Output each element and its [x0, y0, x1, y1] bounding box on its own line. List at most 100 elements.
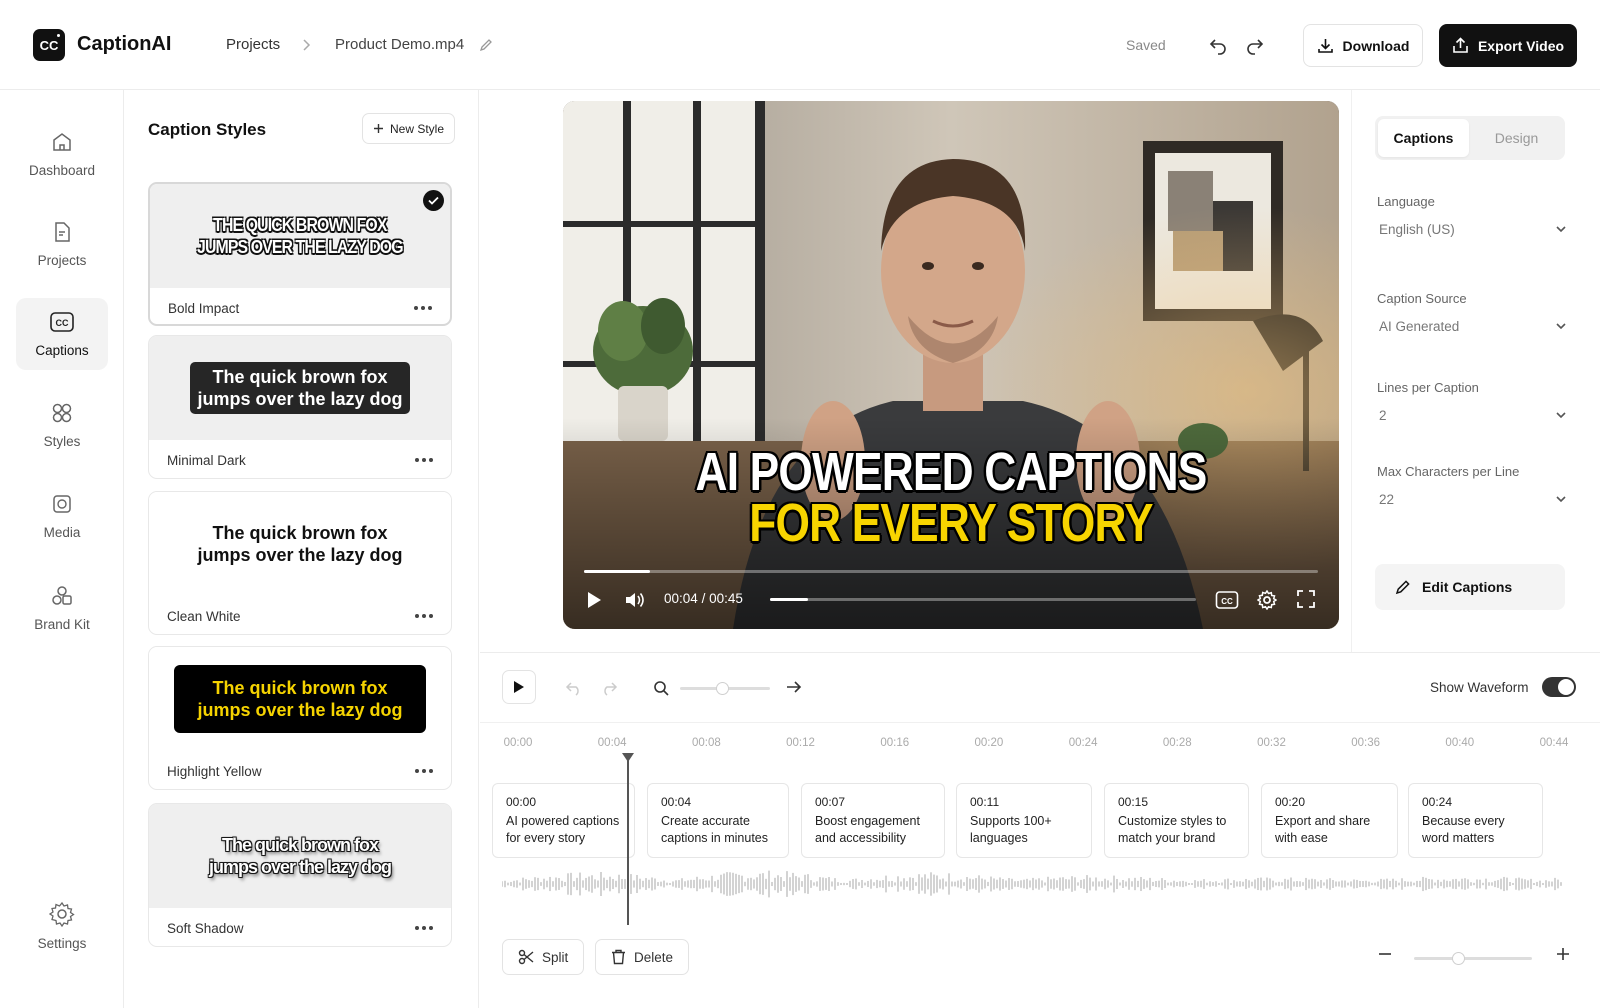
zoom-search-icon[interactable] [653, 680, 669, 696]
caption-clip[interactable]: 00:00 AI powered captions for every story [492, 783, 635, 858]
nav-label: Brand Kit [34, 617, 90, 632]
gear-icon [49, 901, 75, 927]
clip-time: 00:24 [1422, 795, 1453, 809]
caption-clip[interactable]: 00:11 Supports 100+ languages [956, 783, 1092, 858]
more-icon[interactable] [415, 458, 433, 462]
caption-clip[interactable]: 00:15 Customize styles to match your bran… [1104, 783, 1249, 858]
playhead[interactable] [622, 753, 634, 925]
ruler-tick: 00:04 [597, 737, 627, 749]
volume-icon[interactable] [624, 590, 646, 610]
undo-icon[interactable] [1208, 35, 1228, 55]
slider-knob[interactable] [1452, 952, 1465, 965]
chevron-down-icon [1556, 496, 1566, 503]
fullscreen-icon[interactable] [1297, 590, 1315, 608]
caption-source-label: Caption Source [1377, 291, 1467, 306]
home-icon [53, 133, 71, 151]
chevron-right-icon [301, 38, 311, 52]
video-time: 00:04 / 00:45 [664, 591, 743, 606]
nav-label: Captions [35, 343, 89, 358]
caption-settings-panel: Captions Design Language English (US) Ca… [1351, 90, 1600, 652]
max-chars-label: Max Characters per Line [1377, 464, 1520, 479]
redo-icon[interactable] [1245, 35, 1265, 55]
nav-projects[interactable]: Projects [16, 208, 108, 280]
nav-label: Projects [37, 253, 87, 268]
lines-per-caption-select[interactable]: 2 [1377, 403, 1567, 427]
play-icon[interactable] [586, 591, 602, 609]
export-label: Export Video [1477, 37, 1565, 54]
caption-clip[interactable]: 00:20 Export and share with ease [1261, 783, 1398, 858]
timeline-zoom-slider[interactable] [680, 682, 770, 695]
edit-captions-button[interactable]: Edit Captions [1375, 564, 1565, 610]
download-button[interactable]: Download [1303, 24, 1423, 67]
more-icon[interactable] [415, 769, 433, 773]
max-chars-select[interactable]: 22 [1377, 487, 1567, 511]
caption-clip[interactable]: 00:04 Create accurate captions in minutes [647, 783, 789, 858]
upload-icon [1453, 37, 1468, 53]
slider-knob[interactable] [716, 682, 729, 695]
style-card-bold-impact[interactable]: THE QUICK BROWN FOX JUMPS OVER THE LAZY … [148, 182, 452, 326]
nav-brand-kit[interactable]: Brand Kit [16, 572, 108, 644]
style-card-soft-shadow[interactable]: The quick brown fox jumps over the lazy … [148, 803, 452, 947]
breadcrumb-projects[interactable]: Projects [226, 36, 280, 53]
more-icon[interactable] [415, 926, 433, 930]
more-icon[interactable] [414, 306, 432, 310]
style-card-clean-white[interactable]: The quick brown fox jumps over the lazy … [148, 491, 452, 635]
preview-text: The quick brown fox jumps over the lazy … [208, 835, 392, 877]
tab-captions[interactable]: Captions [1378, 119, 1469, 157]
audio-waveform [502, 870, 1562, 898]
export-video-button[interactable]: Export Video [1439, 24, 1577, 67]
undo-icon[interactable] [565, 680, 583, 696]
arrow-right-icon[interactable] [786, 680, 802, 694]
settings-gear-icon[interactable] [1257, 590, 1277, 610]
timeline-toolbar: Show Waveform [480, 653, 1600, 723]
logo-text: CC [39, 37, 59, 53]
ruler-tick: 00:32 [1257, 737, 1286, 749]
media-icon [53, 495, 71, 513]
nav-styles[interactable]: Styles [16, 389, 108, 461]
nav-dashboard[interactable]: Dashboard [16, 118, 108, 190]
caption-clip[interactable]: 00:24 Because every word matters [1408, 783, 1543, 858]
ruler-tick: 00:36 [1351, 737, 1381, 749]
delete-button[interactable]: Delete [595, 939, 690, 975]
style-card-highlight-yellow[interactable]: The quick brown fox jumps over the lazy … [148, 646, 452, 790]
select-value: 22 [1379, 491, 1395, 507]
clip-time: 00:00 [506, 795, 537, 809]
plus-icon [373, 124, 383, 133]
show-waveform-toggle[interactable] [1542, 677, 1576, 697]
nav-media[interactable]: Media [16, 480, 108, 552]
caption-clip[interactable]: 00:07 Boost engagement and accessibility [801, 783, 945, 858]
timeline-ruler: 00:00 00:04 00:08 00:12 00:16 00:20 00:24 00:28… [502, 737, 1582, 757]
chevron-down-icon [1556, 323, 1566, 330]
nav-captions[interactable]: CC Captions [16, 298, 108, 370]
video-progress-bar[interactable] [770, 598, 1196, 601]
video-scrub-fill [584, 570, 651, 573]
new-style-button[interactable]: New Style [362, 113, 455, 144]
show-waveform-label: Show Waveform [1430, 680, 1529, 695]
redo-icon[interactable] [600, 680, 618, 696]
select-value: 2 [1379, 407, 1387, 423]
language-select[interactable]: English (US) [1377, 217, 1567, 241]
language-label: Language [1377, 194, 1435, 209]
download-icon [1317, 39, 1333, 53]
app-logo[interactable]: CC [33, 29, 65, 61]
tab-design[interactable]: Design [1471, 119, 1562, 157]
ruler-tick: 00:20 [974, 737, 1004, 749]
style-card-minimal-dark[interactable]: The quick brown fox jumps over the lazy … [148, 335, 452, 479]
style-name: Bold Impact [168, 300, 240, 316]
video-scrub-bar[interactable] [584, 570, 1318, 573]
more-icon[interactable] [415, 614, 433, 618]
svg-text:CC: CC [1221, 597, 1233, 606]
split-button[interactable]: Split [502, 939, 585, 975]
ruler-tick: 00:44 [1539, 737, 1569, 749]
video-player[interactable]: AI POWERED CAPTIONS FOR EVERY STORY [563, 101, 1339, 629]
ruler-tick: 00:16 [880, 737, 910, 749]
timeline-play-button[interactable] [502, 670, 536, 704]
caption-source-select[interactable]: AI Generated [1377, 314, 1567, 338]
pencil-icon[interactable] [479, 38, 493, 52]
cc-toggle-icon[interactable]: CC [1215, 590, 1239, 610]
zoom-level-slider[interactable] [1414, 952, 1532, 965]
zoom-out-icon[interactable] [1378, 947, 1392, 961]
zoom-in-icon[interactable] [1556, 947, 1570, 961]
nav-settings[interactable]: Settings [16, 890, 108, 962]
style-preview: The quick brown fox jumps over the lazy … [149, 492, 451, 596]
